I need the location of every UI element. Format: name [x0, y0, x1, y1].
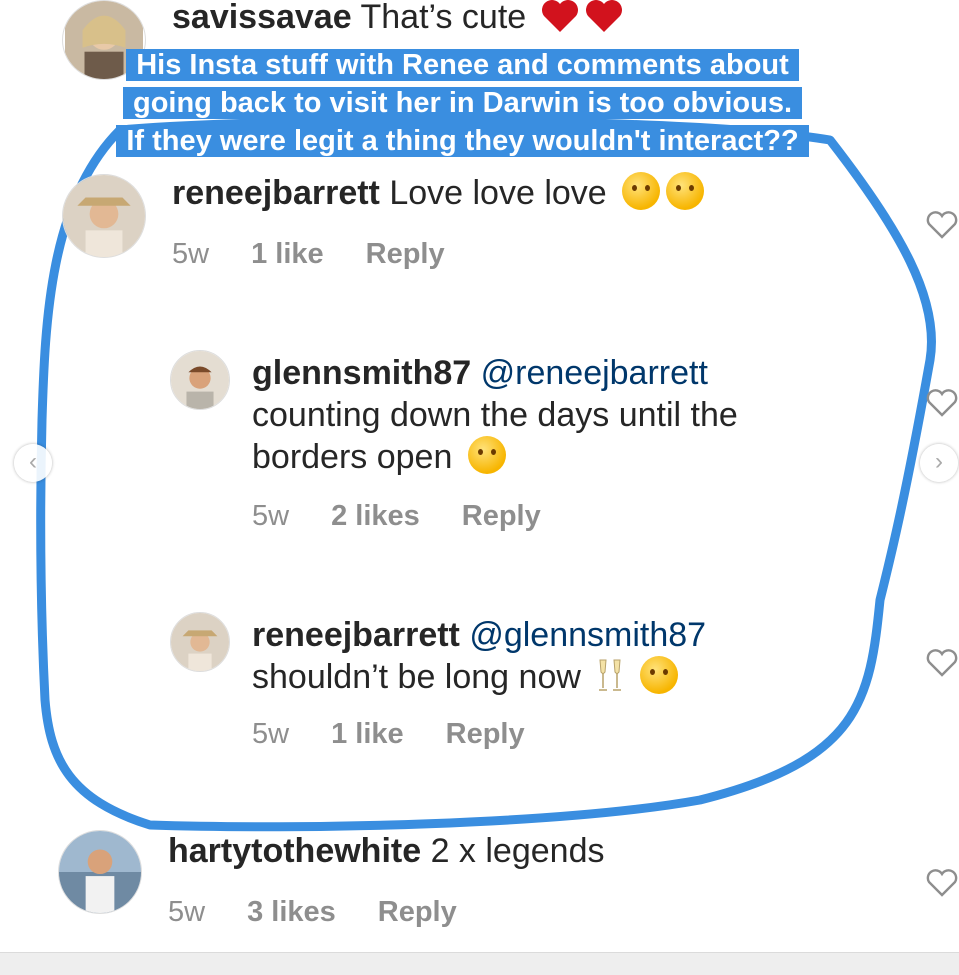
wink-emoji-icon	[639, 656, 678, 694]
like-count[interactable]: 3 likes	[247, 896, 336, 928]
comment-text: borders open	[252, 438, 453, 476]
heart-icon[interactable]	[925, 868, 959, 898]
comment-text: counting down the days until the	[252, 394, 738, 436]
avatar[interactable]	[58, 830, 142, 914]
heart-icon[interactable]	[925, 210, 959, 240]
comment-username[interactable]: glennsmith87	[252, 354, 471, 392]
comment-meta: 5w 3 likes Reply	[168, 896, 499, 929]
avatar[interactable]	[170, 612, 230, 672]
mention-link[interactable]: @reneejbarrett	[481, 354, 708, 392]
comment-username[interactable]: reneejbarrett	[172, 174, 380, 212]
comment: reneejbarrett @glennsmith87	[252, 614, 706, 656]
bottom-bar	[0, 952, 959, 975]
heart-icon[interactable]	[925, 648, 959, 678]
comment-username[interactable]: hartytothewhite	[168, 832, 421, 870]
like-count[interactable]: 1 like	[331, 718, 404, 750]
comment: reneejbarrett Love love love	[172, 172, 705, 214]
comment-time[interactable]: 5w	[172, 238, 209, 270]
like-count[interactable]: 2 likes	[331, 500, 420, 532]
heart-icon[interactable]	[925, 388, 959, 418]
comment-text: shouldn’t be long now	[252, 656, 678, 698]
comment-text: 2 x legends	[430, 832, 605, 870]
reply-button[interactable]: Reply	[378, 896, 457, 928]
next-arrow-icon[interactable]: ›	[920, 444, 958, 482]
comment-time[interactable]: 5w	[168, 896, 205, 928]
comment-text: shouldn’t be long now	[252, 658, 581, 696]
caption-line: going back to visit her in Darwin is too…	[122, 87, 802, 119]
caption-line: His Insta stuff with Renee and comments …	[126, 49, 799, 81]
reply-button[interactable]: Reply	[366, 238, 445, 270]
comment-time[interactable]: 5w	[252, 500, 289, 532]
wink-emoji-icon	[467, 436, 506, 474]
reply-button[interactable]: Reply	[446, 718, 525, 750]
kiss-emoji-icon	[666, 172, 705, 210]
avatar[interactable]	[62, 174, 146, 258]
comment-meta: 5w 1 like Reply	[252, 718, 567, 751]
kiss-emoji-icon	[622, 172, 661, 210]
comment-username[interactable]: reneejbarrett	[252, 616, 460, 654]
comment-text: Love love love	[389, 174, 607, 212]
like-count[interactable]: 1 like	[251, 238, 324, 270]
previous-arrow-icon[interactable]: ‹	[14, 444, 52, 482]
comment-text: counting down the days until the	[252, 396, 738, 434]
comment-time[interactable]: 5w	[252, 718, 289, 750]
comment-meta: 5w 2 likes Reply	[252, 500, 583, 533]
comment-meta: 5w 1 like Reply	[172, 238, 487, 271]
caption-line: If they were legit a thing they wouldn't…	[116, 125, 809, 157]
comment: glennsmith87 @reneejbarrett	[252, 352, 708, 394]
reply-button[interactable]: Reply	[462, 500, 541, 532]
comment-text: borders open	[252, 436, 506, 478]
mention-link[interactable]: @glennsmith87	[469, 616, 706, 654]
comment: hartytothewhite 2 x legends	[168, 830, 604, 872]
avatar[interactable]	[170, 350, 230, 410]
overlay-caption: His Insta stuff with Renee and comments …	[90, 46, 835, 160]
champagne-icon	[596, 658, 624, 694]
